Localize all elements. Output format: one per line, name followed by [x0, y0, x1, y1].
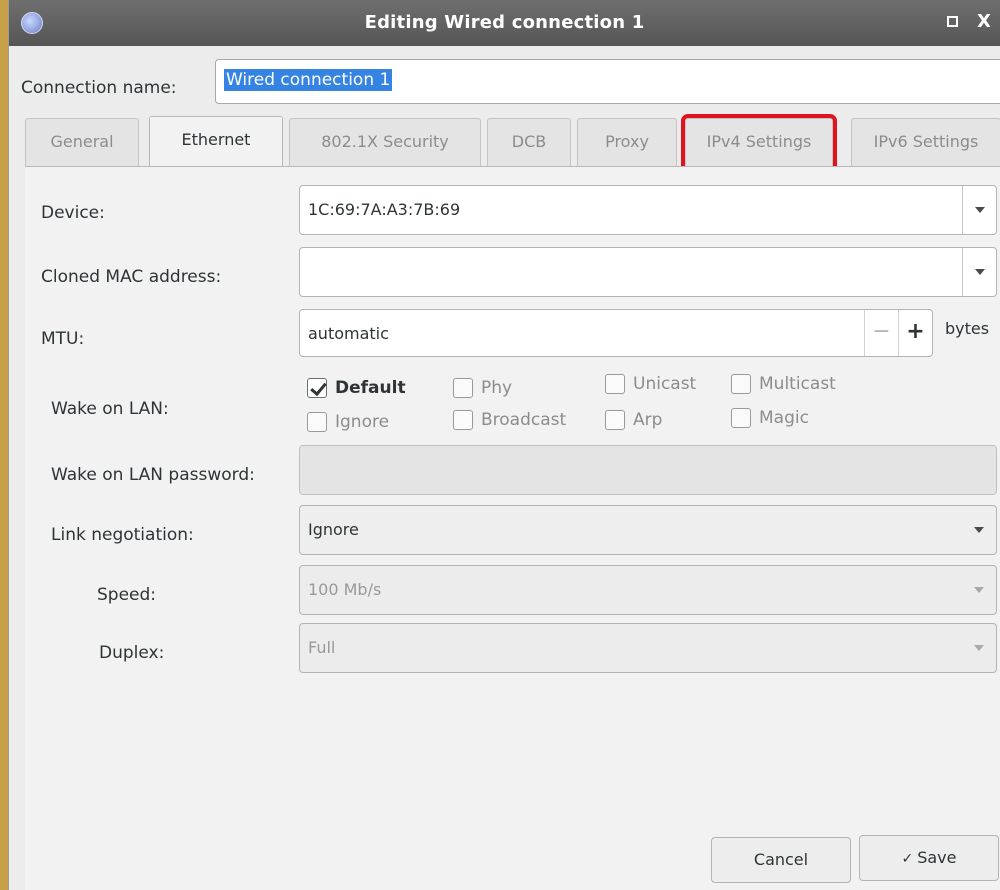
- checkbox-checked-icon: [307, 378, 327, 398]
- chevron-down-icon[interactable]: [962, 248, 996, 296]
- device-label: Device:: [41, 203, 105, 223]
- mtu-value: automatic: [308, 324, 389, 343]
- chevron-down-icon[interactable]: [962, 624, 996, 672]
- checkbox-icon: [731, 408, 751, 428]
- wol-ignore-checkbox[interactable]: Ignore: [307, 409, 389, 435]
- checkbox-label: Broadcast: [481, 410, 567, 430]
- connection-editor-window: Editing Wired connection 1 X Connection …: [8, 0, 1000, 890]
- cancel-button[interactable]: Cancel: [711, 837, 851, 883]
- tab-dcb[interactable]: DCB: [487, 118, 571, 166]
- wol-unicast-checkbox[interactable]: Unicast: [605, 371, 696, 397]
- cloned-mac-label: Cloned MAC address:: [41, 267, 222, 287]
- device-combo[interactable]: 1C:69:7A:A3:7B:69: [299, 185, 997, 235]
- checkbox-label: Ignore: [335, 412, 390, 432]
- duplex-combo[interactable]: Full: [299, 623, 997, 673]
- mtu-stepper[interactable]: automatic − +: [299, 309, 933, 357]
- cloned-mac-combo[interactable]: [299, 247, 997, 297]
- speed-value: 100 Mb/s: [308, 580, 382, 599]
- mtu-label: MTU:: [41, 329, 85, 349]
- checkbox-icon: [605, 410, 625, 430]
- maximize-icon: [946, 15, 958, 27]
- checkbox-label: Arp: [633, 410, 663, 430]
- close-button[interactable]: X: [972, 10, 996, 34]
- tab-ethernet[interactable]: Ethernet: [149, 116, 283, 168]
- mtu-increment-button[interactable]: +: [898, 310, 932, 356]
- mtu-decrement-button[interactable]: −: [864, 310, 898, 356]
- checkbox-icon: [605, 374, 625, 394]
- window-title: Editing Wired connection 1: [364, 12, 645, 33]
- titlebar[interactable]: Editing Wired connection 1 X: [9, 0, 1000, 46]
- checkbox-label: Default: [335, 378, 406, 398]
- wol-default-checkbox[interactable]: Default: [307, 375, 406, 401]
- checkbox-icon: [731, 374, 751, 394]
- wol-multicast-checkbox[interactable]: Multicast: [731, 371, 836, 397]
- connection-name-input[interactable]: Wired connection 1: [215, 59, 1000, 104]
- save-button[interactable]: ✓ Save: [859, 835, 999, 881]
- tab-bar: General Ethernet 802.1X Security DCB Pro…: [25, 114, 1000, 170]
- wol-password-input[interactable]: [299, 445, 997, 495]
- maximize-button[interactable]: [940, 10, 964, 34]
- checkbox-icon: [307, 412, 327, 432]
- checkmark-icon: ✓: [901, 851, 914, 867]
- checkbox-label: Magic: [759, 408, 809, 428]
- speed-label: Speed:: [97, 585, 157, 605]
- wake-on-lan-label: Wake on LAN:: [51, 399, 169, 419]
- chevron-down-icon[interactable]: [962, 506, 996, 554]
- wol-password-label: Wake on LAN password:: [51, 465, 255, 485]
- tab-ipv6-settings[interactable]: IPv6 Settings: [851, 118, 1000, 166]
- connection-name-value: Wired connection 1: [224, 69, 393, 91]
- device-value: 1C:69:7A:A3:7B:69: [308, 200, 461, 219]
- wol-phy-checkbox[interactable]: Phy: [453, 375, 512, 401]
- tab-general[interactable]: General: [25, 118, 139, 166]
- tab-proxy[interactable]: Proxy: [577, 118, 677, 166]
- speed-combo[interactable]: 100 Mb/s: [299, 565, 997, 615]
- ethernet-panel: Device: 1C:69:7A:A3:7B:69 Cloned MAC add…: [25, 166, 1000, 890]
- checkbox-icon: [453, 378, 473, 398]
- duplex-label: Duplex:: [99, 643, 165, 663]
- link-negotiation-label: Link negotiation:: [51, 525, 194, 545]
- checkbox-label: Multicast: [759, 374, 836, 394]
- save-label: Save: [917, 848, 957, 867]
- chevron-down-icon[interactable]: [962, 566, 996, 614]
- connection-name-label: Connection name:: [21, 78, 177, 98]
- wol-broadcast-checkbox[interactable]: Broadcast: [453, 407, 566, 433]
- duplex-value: Full: [308, 638, 336, 657]
- mtu-unit-label: bytes: [945, 319, 990, 338]
- wol-arp-checkbox[interactable]: Arp: [605, 407, 662, 433]
- link-negotiation-combo[interactable]: Ignore: [299, 505, 997, 555]
- wol-magic-checkbox[interactable]: Magic: [731, 405, 809, 431]
- checkbox-label: Unicast: [633, 374, 697, 394]
- checkbox-icon: [453, 410, 473, 430]
- chevron-down-icon[interactable]: [962, 186, 996, 234]
- link-negotiation-value: Ignore: [308, 520, 359, 539]
- tab-ipv4-settings[interactable]: IPv4 Settings: [681, 114, 837, 170]
- checkbox-label: Phy: [481, 378, 513, 398]
- tab-802-1x-security[interactable]: 802.1X Security: [289, 118, 481, 166]
